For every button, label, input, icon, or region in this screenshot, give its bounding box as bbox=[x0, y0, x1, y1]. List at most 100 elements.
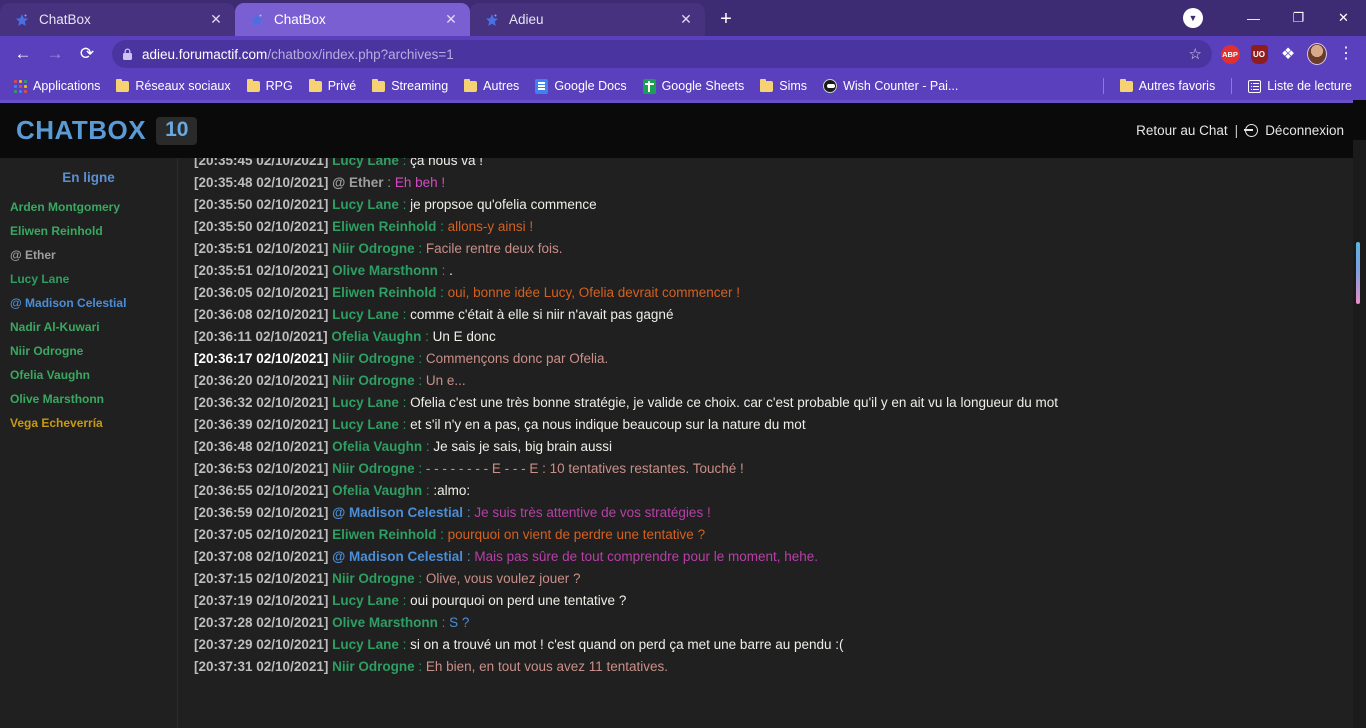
message-author[interactable]: Lucy Lane bbox=[328, 593, 402, 608]
message-text: et s'il n'y en a pas, ça nous indique be… bbox=[410, 417, 806, 432]
message-author[interactable]: Lucy Lane bbox=[328, 158, 402, 168]
online-user-item[interactable]: Arden Montgomery bbox=[0, 195, 177, 219]
message-author[interactable]: @ Madison Celestial bbox=[328, 505, 466, 520]
reload-icon[interactable]: ⟳ bbox=[72, 39, 102, 69]
maximize-button[interactable]: ❐ bbox=[1276, 0, 1321, 36]
close-icon[interactable]: ✕ bbox=[677, 11, 695, 29]
message-timestamp: [20:35:50 02/10/2021] bbox=[194, 197, 329, 212]
profile-chevron-icon[interactable]: ▼ bbox=[1183, 8, 1203, 28]
scrollbar-thumb[interactable] bbox=[1356, 242, 1360, 304]
minimize-button[interactable]: — bbox=[1231, 0, 1276, 36]
header-actions: Retour au Chat | Déconnexion bbox=[1136, 123, 1344, 138]
chat-message: [20:35:51 02/10/2021] Niir Odrogne : Fac… bbox=[194, 238, 1366, 260]
message-colon: : bbox=[418, 659, 426, 674]
close-window-button[interactable]: ✕ bbox=[1321, 0, 1366, 36]
message-author[interactable]: Lucy Lane bbox=[328, 637, 402, 652]
logout-link[interactable]: Déconnexion bbox=[1265, 123, 1344, 138]
message-text: Ofelia c'est une très bonne stratégie, j… bbox=[410, 395, 1059, 410]
bookmark-label: Privé bbox=[327, 79, 357, 93]
message-author[interactable]: @ Madison Celestial bbox=[328, 549, 466, 564]
browser-tab-2[interactable]: ChatBox ✕ bbox=[235, 3, 470, 36]
forward-icon[interactable]: → bbox=[40, 39, 70, 69]
message-timestamp: [20:36:32 02/10/2021] bbox=[194, 395, 329, 410]
online-user-item[interactable]: Olive Marsthonn bbox=[0, 387, 177, 411]
chat-message: [20:35:50 02/10/2021] Lucy Lane : je pro… bbox=[194, 194, 1366, 216]
bookmark-prive[interactable]: Privé bbox=[301, 76, 364, 96]
bookmark-streaming[interactable]: Streaming bbox=[364, 76, 456, 96]
bookmark-liste-de-lecture[interactable]: Liste de lecture bbox=[1240, 76, 1360, 96]
message-timestamp: [20:36:20 02/10/2021] bbox=[194, 373, 329, 388]
message-author[interactable]: Niir Odrogne bbox=[328, 351, 418, 366]
message-author[interactable]: Lucy Lane bbox=[328, 395, 402, 410]
chat-message: [20:36:39 02/10/2021] Lucy Lane : et s'i… bbox=[194, 414, 1366, 436]
profile-avatar[interactable] bbox=[1307, 43, 1327, 65]
bookmark-google-sheets[interactable]: Google Sheets bbox=[635, 76, 753, 97]
site-favicon bbox=[823, 79, 838, 93]
address-bar[interactable]: adieu.forumactif.com/chatbox/index.php?a… bbox=[112, 40, 1212, 68]
message-author[interactable]: Niir Odrogne bbox=[328, 571, 418, 586]
browser-tab-1[interactable]: ChatBox ✕ bbox=[0, 3, 235, 36]
online-user-item[interactable]: Lucy Lane bbox=[0, 267, 177, 291]
message-author[interactable]: Olive Marsthonn bbox=[328, 615, 441, 630]
back-to-chat-link[interactable]: Retour au Chat bbox=[1136, 123, 1228, 138]
message-timestamp: [20:35:50 02/10/2021] bbox=[194, 219, 329, 234]
message-author[interactable]: Lucy Lane bbox=[328, 307, 402, 322]
back-icon[interactable]: ← bbox=[8, 39, 38, 69]
message-author[interactable]: Niir Odrogne bbox=[328, 659, 418, 674]
online-user-item[interactable]: @ Madison Celestial bbox=[0, 291, 177, 315]
close-icon[interactable]: ✕ bbox=[442, 11, 460, 29]
ublock-origin-icon[interactable]: UO bbox=[1249, 44, 1269, 64]
message-text: Je sais je sais, big brain aussi bbox=[433, 439, 612, 454]
message-author[interactable]: Niir Odrogne bbox=[328, 373, 418, 388]
message-timestamp: [20:37:08 02/10/2021] bbox=[194, 549, 329, 564]
message-author[interactable]: @ Ether bbox=[328, 175, 387, 190]
online-user-item[interactable]: Vega Echeverría bbox=[0, 411, 177, 435]
message-author[interactable]: Ofelia Vaughn bbox=[328, 483, 426, 498]
bookmark-star-icon[interactable]: ☆ bbox=[1189, 45, 1202, 63]
message-author[interactable]: Lucy Lane bbox=[328, 197, 402, 212]
messages-container: [20:35:45 02/10/2021] Lucy Lane : ça nou… bbox=[194, 158, 1366, 678]
message-author[interactable]: Niir Odrogne bbox=[328, 241, 418, 256]
online-user-item[interactable]: Eliwen Reinhold bbox=[0, 219, 177, 243]
star-favicon bbox=[249, 12, 265, 28]
message-timestamp: [20:36:48 02/10/2021] bbox=[194, 439, 329, 454]
browser-tab-3[interactable]: Adieu ✕ bbox=[470, 3, 705, 36]
message-timestamp: [20:36:08 02/10/2021] bbox=[194, 307, 329, 322]
bookmark-autres[interactable]: Autres bbox=[456, 76, 527, 96]
message-timestamp: [20:36:39 02/10/2021] bbox=[194, 417, 329, 432]
message-author[interactable]: Lucy Lane bbox=[328, 417, 402, 432]
online-user-item[interactable]: Ofelia Vaughn bbox=[0, 363, 177, 387]
page-scrollbar[interactable] bbox=[1353, 100, 1366, 728]
message-text: Mais pas sûre de tout comprendre pour le… bbox=[474, 549, 819, 564]
message-author[interactable]: Eliwen Reinhold bbox=[328, 285, 440, 300]
chrome-menu-icon[interactable]: ⋮ bbox=[1336, 44, 1356, 64]
message-author[interactable]: Niir Odrogne bbox=[328, 461, 418, 476]
message-author[interactable]: Ofelia Vaughn bbox=[328, 439, 426, 454]
bookmark-applications[interactable]: Applications bbox=[6, 76, 108, 96]
google-docs-icon bbox=[535, 78, 549, 94]
bookmark-reseaux-sociaux[interactable]: Réseaux sociaux bbox=[108, 76, 238, 96]
online-user-item[interactable]: @ Ether bbox=[0, 243, 177, 267]
message-author[interactable]: Eliwen Reinhold bbox=[328, 219, 440, 234]
chat-message: [20:35:51 02/10/2021] Olive Marsthonn : … bbox=[194, 260, 1366, 282]
bookmark-label: Autres favoris bbox=[1138, 79, 1216, 93]
bookmark-google-docs[interactable]: Google Docs bbox=[527, 76, 634, 97]
adblock-plus-icon[interactable]: ABP bbox=[1220, 44, 1240, 64]
message-author[interactable]: Olive Marsthonn bbox=[328, 263, 441, 278]
online-user-item[interactable]: Nadir Al-Kuwari bbox=[0, 315, 177, 339]
message-timestamp: [20:36:59 02/10/2021] bbox=[194, 505, 329, 520]
online-user-item[interactable]: Niir Odrogne bbox=[0, 339, 177, 363]
bookmark-autres-favoris[interactable]: Autres favoris bbox=[1112, 76, 1223, 96]
star-favicon bbox=[14, 12, 30, 28]
url-text: adieu.forumactif.com/chatbox/index.php?a… bbox=[142, 47, 454, 62]
message-author[interactable]: Eliwen Reinhold bbox=[328, 527, 440, 542]
extensions-puzzle-icon[interactable]: ❖ bbox=[1278, 44, 1298, 64]
bookmark-rpg[interactable]: RPG bbox=[239, 76, 301, 96]
new-tab-button[interactable]: + bbox=[711, 4, 741, 34]
logout-icon bbox=[1244, 124, 1259, 137]
close-icon[interactable]: ✕ bbox=[207, 11, 225, 29]
bookmark-sims[interactable]: Sims bbox=[752, 76, 815, 96]
message-author[interactable]: Ofelia Vaughn bbox=[328, 329, 426, 344]
bookmark-wish-counter[interactable]: Wish Counter - Pai... bbox=[815, 76, 966, 96]
chat-message: [20:37:29 02/10/2021] Lucy Lane : si on … bbox=[194, 634, 1366, 656]
